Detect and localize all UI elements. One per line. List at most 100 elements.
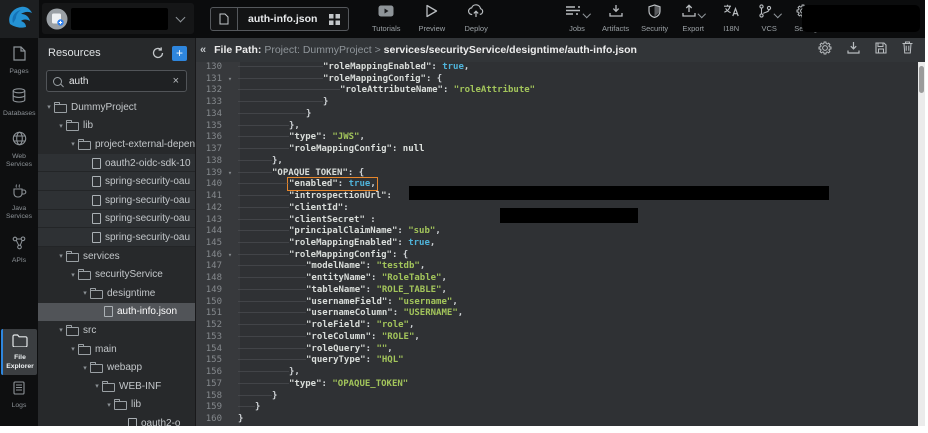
tree-folder-src[interactable]: ▾src (38, 321, 195, 340)
sidebar-item-databases[interactable]: Databases (1, 88, 37, 118)
code-line: 152"roleField": "role", (196, 320, 918, 332)
code-area[interactable]: 130"roleMappingEnabled": true,131▾"roleM… (196, 62, 918, 426)
indent-guide (238, 301, 306, 302)
grid-icon[interactable] (327, 14, 348, 25)
project-name-redacted (71, 8, 168, 30)
collapse-panel-icon[interactable]: « (200, 44, 206, 56)
chevron-expanded-icon[interactable]: ▾ (104, 401, 114, 409)
tree-folder-services[interactable]: ▾services (38, 247, 195, 266)
token-p: : (322, 132, 333, 142)
tree-folder-designtime[interactable]: ▾designtime (38, 284, 195, 303)
topbar-jobs-button[interactable]: Jobs (564, 5, 590, 33)
indent-guide (238, 66, 323, 67)
topbar-export-button[interactable]: Export (680, 5, 706, 33)
token-p: : { (426, 74, 442, 84)
tree-file-oauth2-oidc-sdk-10[interactable]: oauth2-oidc-sdk-10 (38, 154, 195, 173)
folder-icon (54, 102, 67, 113)
preview-icon (425, 4, 438, 23)
chevron-expanded-icon[interactable]: ▾ (92, 382, 102, 390)
fold-marker-icon[interactable]: ▾ (222, 168, 238, 180)
token-k: "principalClaimName" (289, 226, 397, 236)
sidebar-item-apis[interactable]: APIs (1, 236, 37, 265)
fold-marker-icon[interactable]: ▾ (222, 250, 238, 262)
folder-icon (78, 344, 91, 355)
tree-item-label: securityService (95, 269, 163, 280)
token-p: : (387, 297, 398, 307)
tree-folder-web-inf[interactable]: ▾WEB-INF (38, 377, 195, 396)
tree-file-spring-security-oau[interactable]: spring-security-oau (38, 172, 195, 191)
app-logo[interactable] (0, 0, 39, 38)
chevron-down-icon (774, 10, 782, 18)
topbar-artifacts-label: Artifacts (602, 24, 629, 33)
sidebar-item-logs[interactable]: Logs (1, 381, 37, 410)
more-options-button[interactable]: ••• (13, 424, 26, 426)
indent-guide (238, 101, 323, 102)
tree-file-spring-security-oau[interactable]: spring-security-oau (38, 228, 195, 247)
tree-folder-lib[interactable]: ▾lib (38, 396, 195, 415)
folder-icon (90, 362, 103, 373)
account-area-redacted[interactable] (802, 5, 920, 32)
tree-item-label: lib (83, 120, 93, 131)
tab-auth-info-json[interactable]: auth-info.json (210, 7, 349, 31)
topbar-jobs-label: Jobs (569, 24, 585, 33)
artifacts-icon (609, 4, 623, 22)
redacted-value (409, 186, 829, 200)
tree-file-auth-info-json[interactable]: auth-info.json (38, 303, 195, 322)
indent-guide (238, 125, 289, 126)
code-line: 132"roleAttributeName": "roleAttribute" (196, 85, 918, 97)
topbar-security-button[interactable]: Security (641, 5, 668, 33)
sidebar-item-explorer[interactable]: File Explorer (1, 329, 37, 375)
chevron-expanded-icon[interactable]: ▾ (56, 326, 66, 334)
tree-file-spring-security-oau[interactable]: spring-security-oau (38, 210, 195, 229)
token-p: } (306, 109, 311, 119)
editor-scrollbar[interactable] (918, 62, 925, 426)
indent-guide (238, 324, 306, 325)
tree-folder-main[interactable]: ▾main (38, 340, 195, 359)
tree-file-oauth2-o[interactable]: oauth2-o (38, 414, 195, 426)
chevron-expanded-icon[interactable]: ▾ (80, 289, 90, 297)
code-line: 149"tableName": "ROLE_TABLE", (196, 285, 918, 297)
chevron-expanded-icon[interactable]: ▾ (68, 140, 78, 148)
app-window: auth-info.json Tutorials Preview Deploy Jo… (0, 0, 925, 426)
search-input[interactable] (67, 75, 172, 88)
line-number: 138 (196, 156, 222, 168)
code-line: 135}, (196, 121, 918, 133)
topbar-i18n-button[interactable]: I18N (718, 5, 744, 33)
tree-folder-lib[interactable]: ▾ lib (38, 117, 195, 136)
chevron-expanded-icon[interactable]: ▾ (56, 252, 66, 260)
refresh-icon[interactable] (152, 47, 164, 59)
topbar-preview-button[interactable]: Preview (418, 5, 445, 33)
save-button[interactable] (875, 41, 887, 59)
file-settings-button[interactable] (818, 41, 832, 60)
topbar-tutorials-button[interactable]: Tutorials (372, 5, 400, 33)
delete-button[interactable] (902, 41, 913, 59)
download-button[interactable] (847, 41, 860, 59)
add-resource-button[interactable]: + (172, 46, 187, 61)
sidebar-item-java[interactable]: Java Services (1, 184, 37, 222)
topbar-artifacts-button[interactable]: Artifacts (602, 5, 629, 33)
sidebar-item-pages[interactable]: Pages (1, 46, 37, 76)
chevron-expanded-icon[interactable]: ▾ (68, 345, 78, 353)
tree-folder-webapp[interactable]: ▾webapp (38, 358, 195, 377)
project-selector[interactable] (42, 3, 194, 34)
line-number: 132 (196, 85, 222, 97)
token-s: "ROLE_TABLE" (376, 285, 441, 295)
tree-folder-project-external-depend[interactable]: ▾project-external-depend (38, 135, 195, 154)
tree-folder-dummyproject[interactable]: ▾ DummyProject (38, 98, 195, 117)
sidebar-item-web[interactable]: Web Services (1, 131, 37, 170)
security-icon (648, 4, 661, 23)
topbar-deploy-button[interactable]: Deploy (463, 5, 489, 33)
indent-guide (238, 195, 289, 196)
topbar-vcs-button[interactable]: VCS (756, 5, 782, 33)
fold-marker-icon[interactable]: ▾ (222, 74, 238, 86)
deploy-icon (468, 4, 484, 23)
tree-item-label: DummyProject (71, 102, 137, 113)
chevron-expanded-icon[interactable]: ▾ (44, 103, 54, 111)
scrollbar-thumb[interactable] (919, 66, 924, 93)
chevron-expanded-icon[interactable]: ▾ (68, 271, 78, 279)
chevron-expanded-icon[interactable]: ▾ (56, 122, 66, 130)
chevron-expanded-icon[interactable]: ▾ (80, 364, 90, 372)
tree-file-spring-security-oau[interactable]: spring-security-oau (38, 191, 195, 210)
clear-search-icon[interactable]: × (172, 75, 180, 87)
tree-folder-securityservice[interactable]: ▾ securityService (38, 265, 195, 284)
